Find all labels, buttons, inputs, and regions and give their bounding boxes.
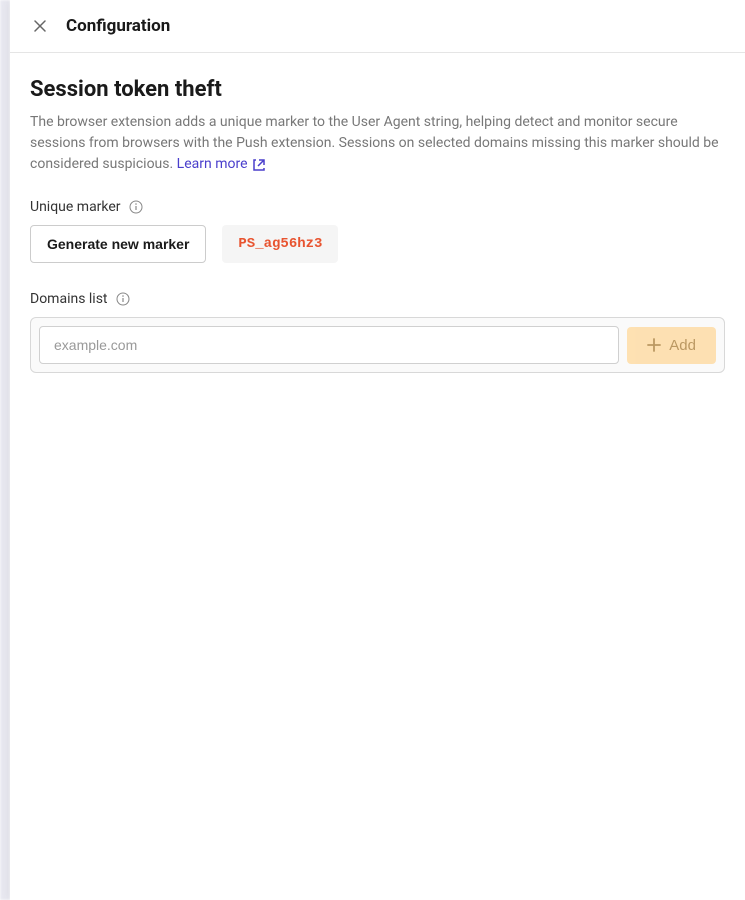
close-button[interactable]: [30, 16, 50, 36]
external-link-icon: [252, 158, 266, 172]
background-blur: [0, 0, 10, 900]
description-text: The browser extension adds a unique mark…: [30, 114, 719, 172]
panel-title: Configuration: [66, 16, 170, 36]
panel-header: Configuration: [10, 0, 745, 53]
domains-label: Domains list: [30, 291, 108, 307]
marker-label: Unique marker: [30, 199, 121, 215]
plus-icon: [647, 338, 661, 352]
learn-more-link[interactable]: Learn more: [177, 154, 266, 175]
panel-content: Session token theft The browser extensio…: [10, 53, 745, 397]
marker-row: Generate new marker PS_ag56hz3: [30, 225, 725, 263]
marker-label-row: Unique marker: [30, 199, 725, 215]
domains-label-row: Domains list: [30, 291, 725, 307]
generate-marker-button[interactable]: Generate new marker: [30, 225, 206, 263]
domains-container: Add: [30, 317, 725, 373]
add-domain-button[interactable]: Add: [627, 327, 716, 364]
close-icon: [34, 20, 46, 32]
section-title: Session token theft: [30, 77, 725, 102]
domain-input[interactable]: [39, 326, 619, 364]
learn-more-label: Learn more: [177, 154, 248, 175]
info-icon[interactable]: [129, 200, 143, 214]
add-button-label: Add: [669, 337, 696, 354]
section-description: The browser extension adds a unique mark…: [30, 112, 725, 175]
info-icon[interactable]: [116, 292, 130, 306]
marker-value: PS_ag56hz3: [222, 225, 338, 263]
configuration-panel: Configuration Session token theft The br…: [10, 0, 745, 900]
